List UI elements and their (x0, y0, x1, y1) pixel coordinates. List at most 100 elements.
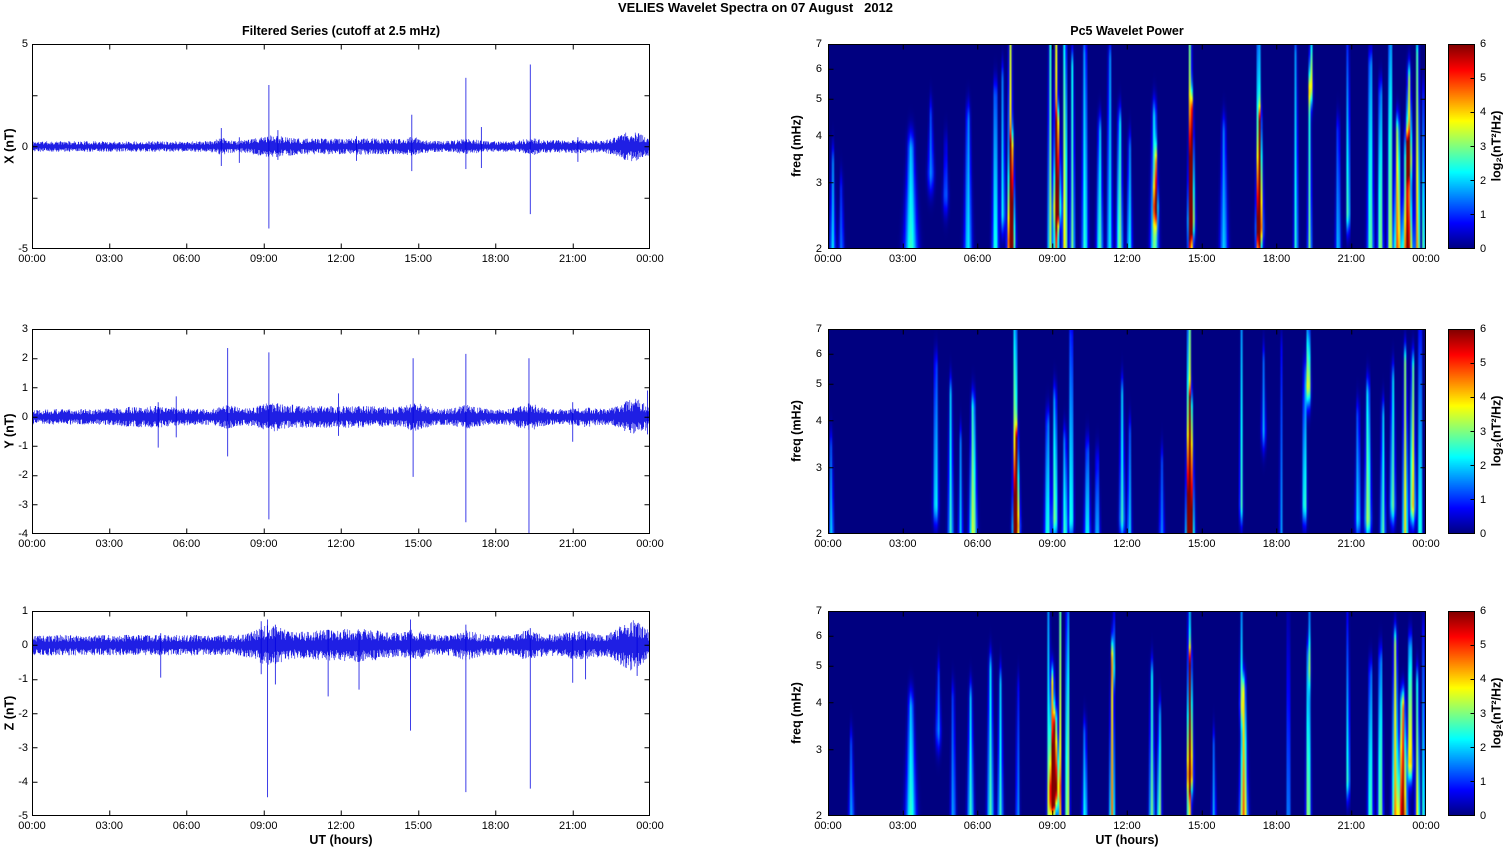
freq-tick-label: 7 (815, 605, 822, 617)
colorbar-tick-label: 1 (1480, 493, 1487, 506)
x-tick-label: 00:00 (636, 253, 664, 265)
colorbar-tick-label: 4 (1480, 106, 1487, 119)
colorbar-tick-label: 5 (1480, 72, 1487, 85)
x-tick-label: 09:00 (1038, 538, 1067, 550)
x-tick-label: 00:00 (1412, 820, 1440, 832)
filtered-series-title: Filtered Series (cutoff at 2.5 mHz) (242, 24, 440, 38)
freq-tick-label: 2 (815, 243, 822, 255)
freq-tick-label: 7 (815, 38, 822, 50)
x-tick-label: 09:00 (1038, 820, 1067, 832)
freq-tick-label: 3 (815, 461, 822, 474)
x-tick-label: 15:00 (404, 253, 433, 265)
figure-title: VELIES Wavelet Spectra on 07 August 2012 (617, 0, 894, 15)
y-tick-label: 3 (21, 323, 28, 335)
y-tick-label: 0 (21, 140, 28, 153)
colorbar-tick-label: 3 (1480, 140, 1487, 153)
wavelet-power-title: Pc5 Wavelet Power (1070, 24, 1184, 38)
z-wavelet-spectrogram (828, 611, 1426, 816)
colorbar-tick-label: 0 (1480, 528, 1487, 540)
freq-tick-label: 4 (815, 129, 822, 142)
colorbar-tick-label: 2 (1480, 741, 1487, 754)
x-tick-label: 12:00 (327, 538, 355, 550)
colorbar-tick-label: 3 (1480, 425, 1487, 438)
x-tick-label: 18:00 (481, 820, 510, 832)
freq-tick-label: 7 (815, 323, 822, 335)
x-tick-label: 06:00 (963, 538, 992, 550)
y-tick-label: -3 (18, 498, 28, 511)
colorbar-tick-label: 1 (1480, 775, 1487, 788)
x-tick-label: 12:00 (1113, 820, 1141, 832)
freq-tick-label: 4 (815, 696, 822, 709)
colorbar-tick-label: 6 (1480, 38, 1487, 50)
y-tick-label: -1 (18, 673, 28, 686)
x-tick-label: 15:00 (1187, 253, 1216, 265)
x-tick-label: 03:00 (95, 538, 124, 550)
x-tick-label: 21:00 (558, 253, 587, 265)
wavelet-spectra-figure: VELIES Wavelet Spectra on 07 August 2012… (0, 0, 1511, 851)
colorbar-x (1448, 44, 1475, 249)
x-tick-label: 09:00 (249, 820, 278, 832)
freq-tick-label: 6 (815, 63, 822, 76)
x-tick-label: 12:00 (1113, 253, 1141, 265)
freq-tick-label: 6 (815, 348, 822, 361)
freq-tick-label: 5 (815, 378, 822, 391)
colorbar-z (1448, 611, 1475, 816)
y-tick-label: -4 (18, 775, 28, 788)
y-tick-label: -5 (18, 243, 28, 255)
colorbar-tick-label: 6 (1480, 323, 1487, 335)
x-tick-label: 06:00 (963, 253, 992, 265)
x-tick-label: 03:00 (95, 820, 124, 832)
x-tick-label: 18:00 (1262, 253, 1291, 265)
x-tick-label: 21:00 (1337, 820, 1366, 832)
x-filtered-series-plot (32, 44, 650, 249)
x-tick-label: 09:00 (249, 253, 278, 265)
x-tick-label: 15:00 (404, 538, 433, 550)
x-tick-label: 12:00 (327, 253, 355, 265)
y-tick-label: 1 (21, 381, 28, 394)
z-filtered-series-plot (32, 611, 650, 816)
x-tick-label: 09:00 (249, 538, 278, 550)
colorbar-tick-label: 1 (1480, 208, 1487, 221)
colorbar-tick-label: 2 (1480, 174, 1487, 187)
x-tick-label: 03:00 (888, 253, 917, 265)
freq-tick-label: 3 (815, 743, 822, 756)
x-tick-label: 06:00 (172, 538, 201, 550)
y-tick-label: -2 (18, 707, 28, 720)
x-tick-label: 03:00 (95, 253, 124, 265)
x-tick-label: 18:00 (1262, 820, 1291, 832)
x-tick-label: 03:00 (888, 820, 917, 832)
x-tick-label: 00:00 (1412, 253, 1440, 265)
y-tick-label: -2 (18, 469, 28, 482)
y-filtered-series-plot (32, 329, 650, 534)
x-tick-label: 18:00 (481, 253, 510, 265)
ut-hours-label-left: UT (hours) (309, 833, 373, 847)
y-tick-label: -1 (18, 440, 28, 453)
y-tick-label: 0 (21, 410, 28, 423)
x-tick-label: 18:00 (481, 538, 510, 550)
colorbar-tick-label: 4 (1480, 391, 1487, 404)
ut-hours-label-right: UT (hours) (1095, 833, 1159, 847)
x-tick-label: 00:00 (1412, 538, 1440, 550)
x-tick-label: 09:00 (1038, 253, 1067, 265)
x-tick-label: 21:00 (558, 820, 587, 832)
x-tick-label: 03:00 (888, 538, 917, 550)
x-tick-label: 00:00 (636, 538, 664, 550)
x-tick-label: 00:00 (636, 820, 664, 832)
freq-tick-label: 2 (815, 810, 822, 822)
x-tick-label: 15:00 (1187, 820, 1216, 832)
freq-tick-label: 3 (815, 176, 822, 189)
y-tick-label: 5 (21, 38, 28, 50)
y-tick-label: 2 (21, 352, 28, 365)
freq-tick-label: 2 (815, 528, 822, 540)
y-tick-label: 0 (21, 639, 28, 652)
x-tick-label: 06:00 (963, 820, 992, 832)
x-tick-label: 18:00 (1262, 538, 1291, 550)
colorbar-tick-label: 6 (1480, 605, 1487, 617)
colorbar-tick-label: 5 (1480, 639, 1487, 652)
y-wavelet-spectrogram (828, 329, 1426, 534)
y-tick-label: 1 (21, 605, 28, 617)
colorbar-tick-label: 0 (1480, 243, 1487, 255)
x-tick-label: 06:00 (172, 253, 201, 265)
x-wavelet-spectrogram (828, 44, 1426, 249)
freq-tick-label: 5 (815, 660, 822, 673)
